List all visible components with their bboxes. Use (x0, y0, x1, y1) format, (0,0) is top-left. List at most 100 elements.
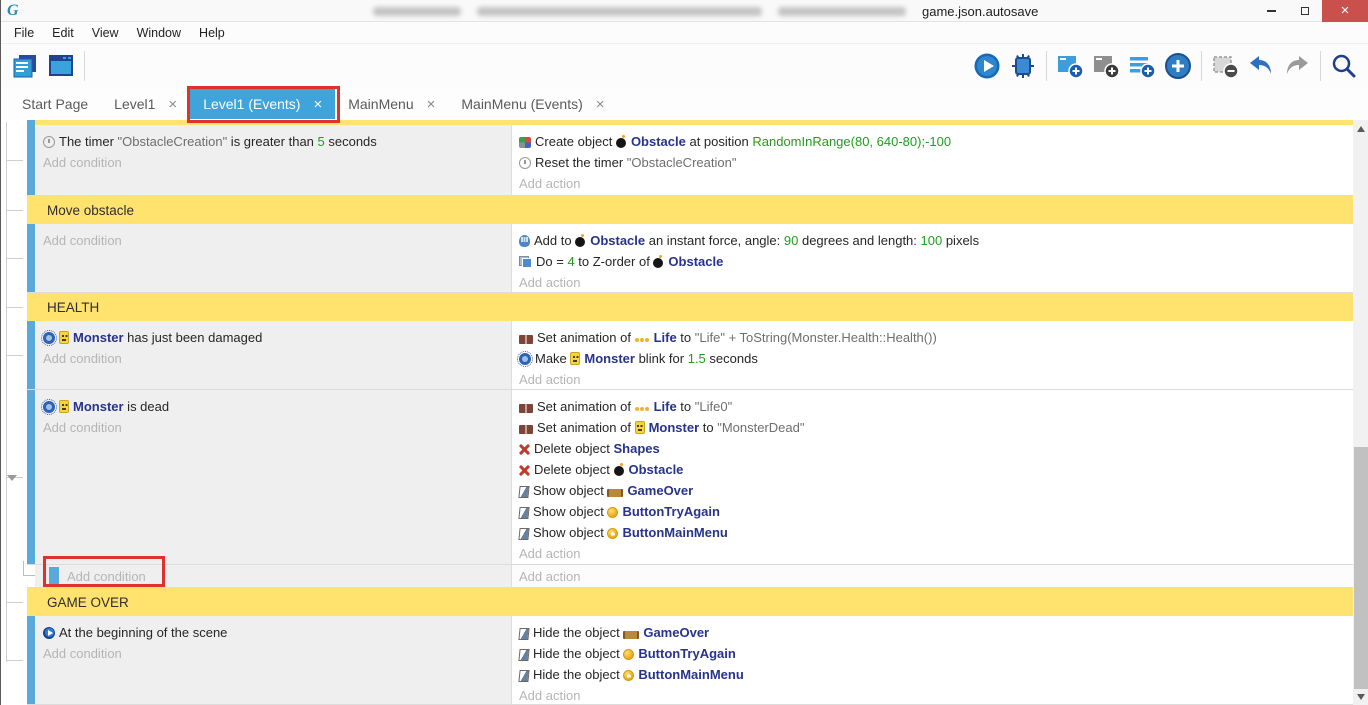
add-action-button[interactable]: Add action (519, 685, 1345, 705)
bomb-icon (616, 135, 627, 148)
tab-label: Level1 (114, 96, 155, 112)
add-action-button[interactable]: Add action (519, 369, 1345, 390)
object-name: Obstacle (631, 134, 686, 149)
action-line: Show object ButtonTryAgain (519, 501, 1345, 522)
add-condition-button[interactable]: Add condition (43, 152, 503, 173)
group-header[interactable]: HEALTH (27, 293, 1353, 321)
menu-item-view[interactable]: View (83, 22, 128, 44)
play-button[interactable] (969, 48, 1005, 84)
event-row[interactable]: Monster is deadAdd conditionSet animatio… (27, 390, 1353, 565)
event-handle[interactable] (27, 390, 35, 564)
event-row[interactable]: Add condition Add to Obstacle an instant … (27, 224, 1353, 293)
event-row[interactable]: The timer "ObstacleCreation" is greater … (27, 125, 1353, 196)
expander-arrow-icon[interactable] (7, 475, 17, 481)
menu-item-file[interactable]: File (5, 22, 43, 44)
window-controls: × (1254, 0, 1368, 22)
text-token: 1.5 (688, 351, 706, 366)
tab-close-icon[interactable]: × (313, 96, 322, 113)
project-manager-button[interactable] (7, 48, 43, 84)
event-handle[interactable] (27, 224, 35, 292)
conditions-cell: At the beginning of the scene Add conditi… (35, 616, 512, 704)
behavior-gear-icon (43, 401, 55, 413)
button-circle-icon (607, 507, 618, 518)
event-rows: The timer "ObstacleCreation" is greater … (27, 120, 1353, 705)
visibility-icon (518, 528, 529, 540)
toolbar-separator (1201, 51, 1202, 81)
text-token: 100 (921, 233, 943, 248)
tab-mainmenu[interactable]: MainMenu× (335, 89, 448, 119)
zorder-icon (519, 256, 532, 268)
tab-close-icon[interactable]: × (427, 96, 436, 113)
minimize-button[interactable] (1254, 0, 1288, 22)
text-token: seconds (706, 351, 758, 366)
tab-level1[interactable]: Level1 × (101, 89, 190, 119)
event-row[interactable]: Monster has just been damagedAdd conditi… (27, 321, 1353, 390)
actions-cell: Add to Obstacle an instant force, angle:… (512, 224, 1353, 292)
redacted-title-text (778, 7, 906, 16)
restore-button[interactable] (1288, 0, 1322, 22)
group-header[interactable]: GAME OVER (27, 588, 1353, 616)
add-condition-button[interactable]: Add condition (43, 348, 503, 369)
search-button[interactable] (1326, 48, 1362, 84)
text-token: Set animation of (537, 399, 635, 414)
button-circle-icon (623, 649, 634, 660)
subevent-handle[interactable] (49, 567, 59, 585)
event-handle[interactable] (27, 125, 35, 195)
add-condition-button[interactable]: Add condition (43, 230, 503, 251)
conditions-cell: The timer "ObstacleCreation" is greater … (35, 125, 512, 195)
add-action-button[interactable]: Add action (519, 173, 1345, 194)
project-manager-icon (10, 52, 40, 80)
text-token: Show object (533, 504, 607, 519)
tab-close-icon[interactable]: × (168, 96, 177, 113)
add-condition-button[interactable]: Add condition (67, 566, 146, 587)
tab-close-icon[interactable]: × (596, 96, 605, 113)
add-comment-button[interactable] (1124, 48, 1160, 84)
gameover-icon (607, 489, 623, 497)
scrollbar-thumb[interactable] (1354, 447, 1368, 689)
actions-cell: Set animation of Life to "Life0"Set anim… (512, 390, 1353, 564)
undo-button[interactable] (1243, 48, 1279, 84)
menu-item-help[interactable]: Help (190, 22, 234, 44)
event-handle[interactable] (27, 321, 35, 389)
app-window: G game.json.autosave × FileEditViewWindo… (0, 0, 1368, 705)
add-condition-button[interactable]: Add condition (43, 643, 503, 664)
event-row[interactable]: At the beginning of the scene Add conditi… (27, 616, 1353, 705)
text-token: "ObstacleCreation" (627, 155, 737, 170)
condition-line: The timer "ObstacleCreation" is greater … (43, 131, 503, 152)
menu-item-window[interactable]: Window (128, 22, 190, 44)
add-something-button[interactable] (1160, 48, 1196, 84)
menu-item-edit[interactable]: Edit (43, 22, 83, 44)
scroll-down-icon[interactable] (1357, 694, 1365, 700)
add-event-button[interactable] (1052, 48, 1088, 84)
remove-event-button[interactable] (1207, 48, 1243, 84)
visibility-icon (518, 628, 529, 640)
add-action-button[interactable]: Add action (519, 566, 580, 587)
text-token: At the beginning of the scene (59, 625, 227, 640)
scroll-up-icon[interactable] (1357, 126, 1365, 132)
tab-start-page[interactable]: Start Page (9, 89, 101, 119)
debug-button[interactable] (1005, 48, 1041, 84)
monster-icon (59, 400, 69, 413)
text-token: "MonsterDead" (717, 420, 804, 435)
add-condition-button[interactable]: Add condition (43, 417, 503, 438)
object-name: Monster (649, 420, 700, 435)
redo-button[interactable] (1279, 48, 1315, 84)
timer-icon (519, 157, 531, 169)
add-action-button[interactable]: Add action (519, 272, 1345, 293)
group-header[interactable]: Move obstacle (27, 196, 1353, 224)
delete-icon (519, 444, 530, 455)
tab-mainmenu-events[interactable]: MainMenu (Events)× (448, 89, 617, 119)
subevent-row[interactable]: Add condition Add action (27, 565, 1353, 588)
debug-icon (1009, 52, 1037, 80)
start-page-button[interactable] (43, 48, 79, 84)
action-line: Do = 4 to Z-order of Obstacle (519, 251, 1345, 272)
close-button[interactable]: × (1322, 0, 1368, 22)
add-action-button[interactable]: Add action (519, 543, 1345, 564)
add-subevent-button[interactable] (1088, 48, 1124, 84)
event-handle[interactable] (27, 616, 35, 704)
object-name: Obstacle (590, 233, 645, 248)
tab-level1-events[interactable]: Level1 (Events)× (190, 89, 335, 119)
vertical-scrollbar[interactable] (1353, 120, 1368, 705)
text-token: Do = (536, 254, 567, 269)
text-token: Create object (535, 134, 616, 149)
